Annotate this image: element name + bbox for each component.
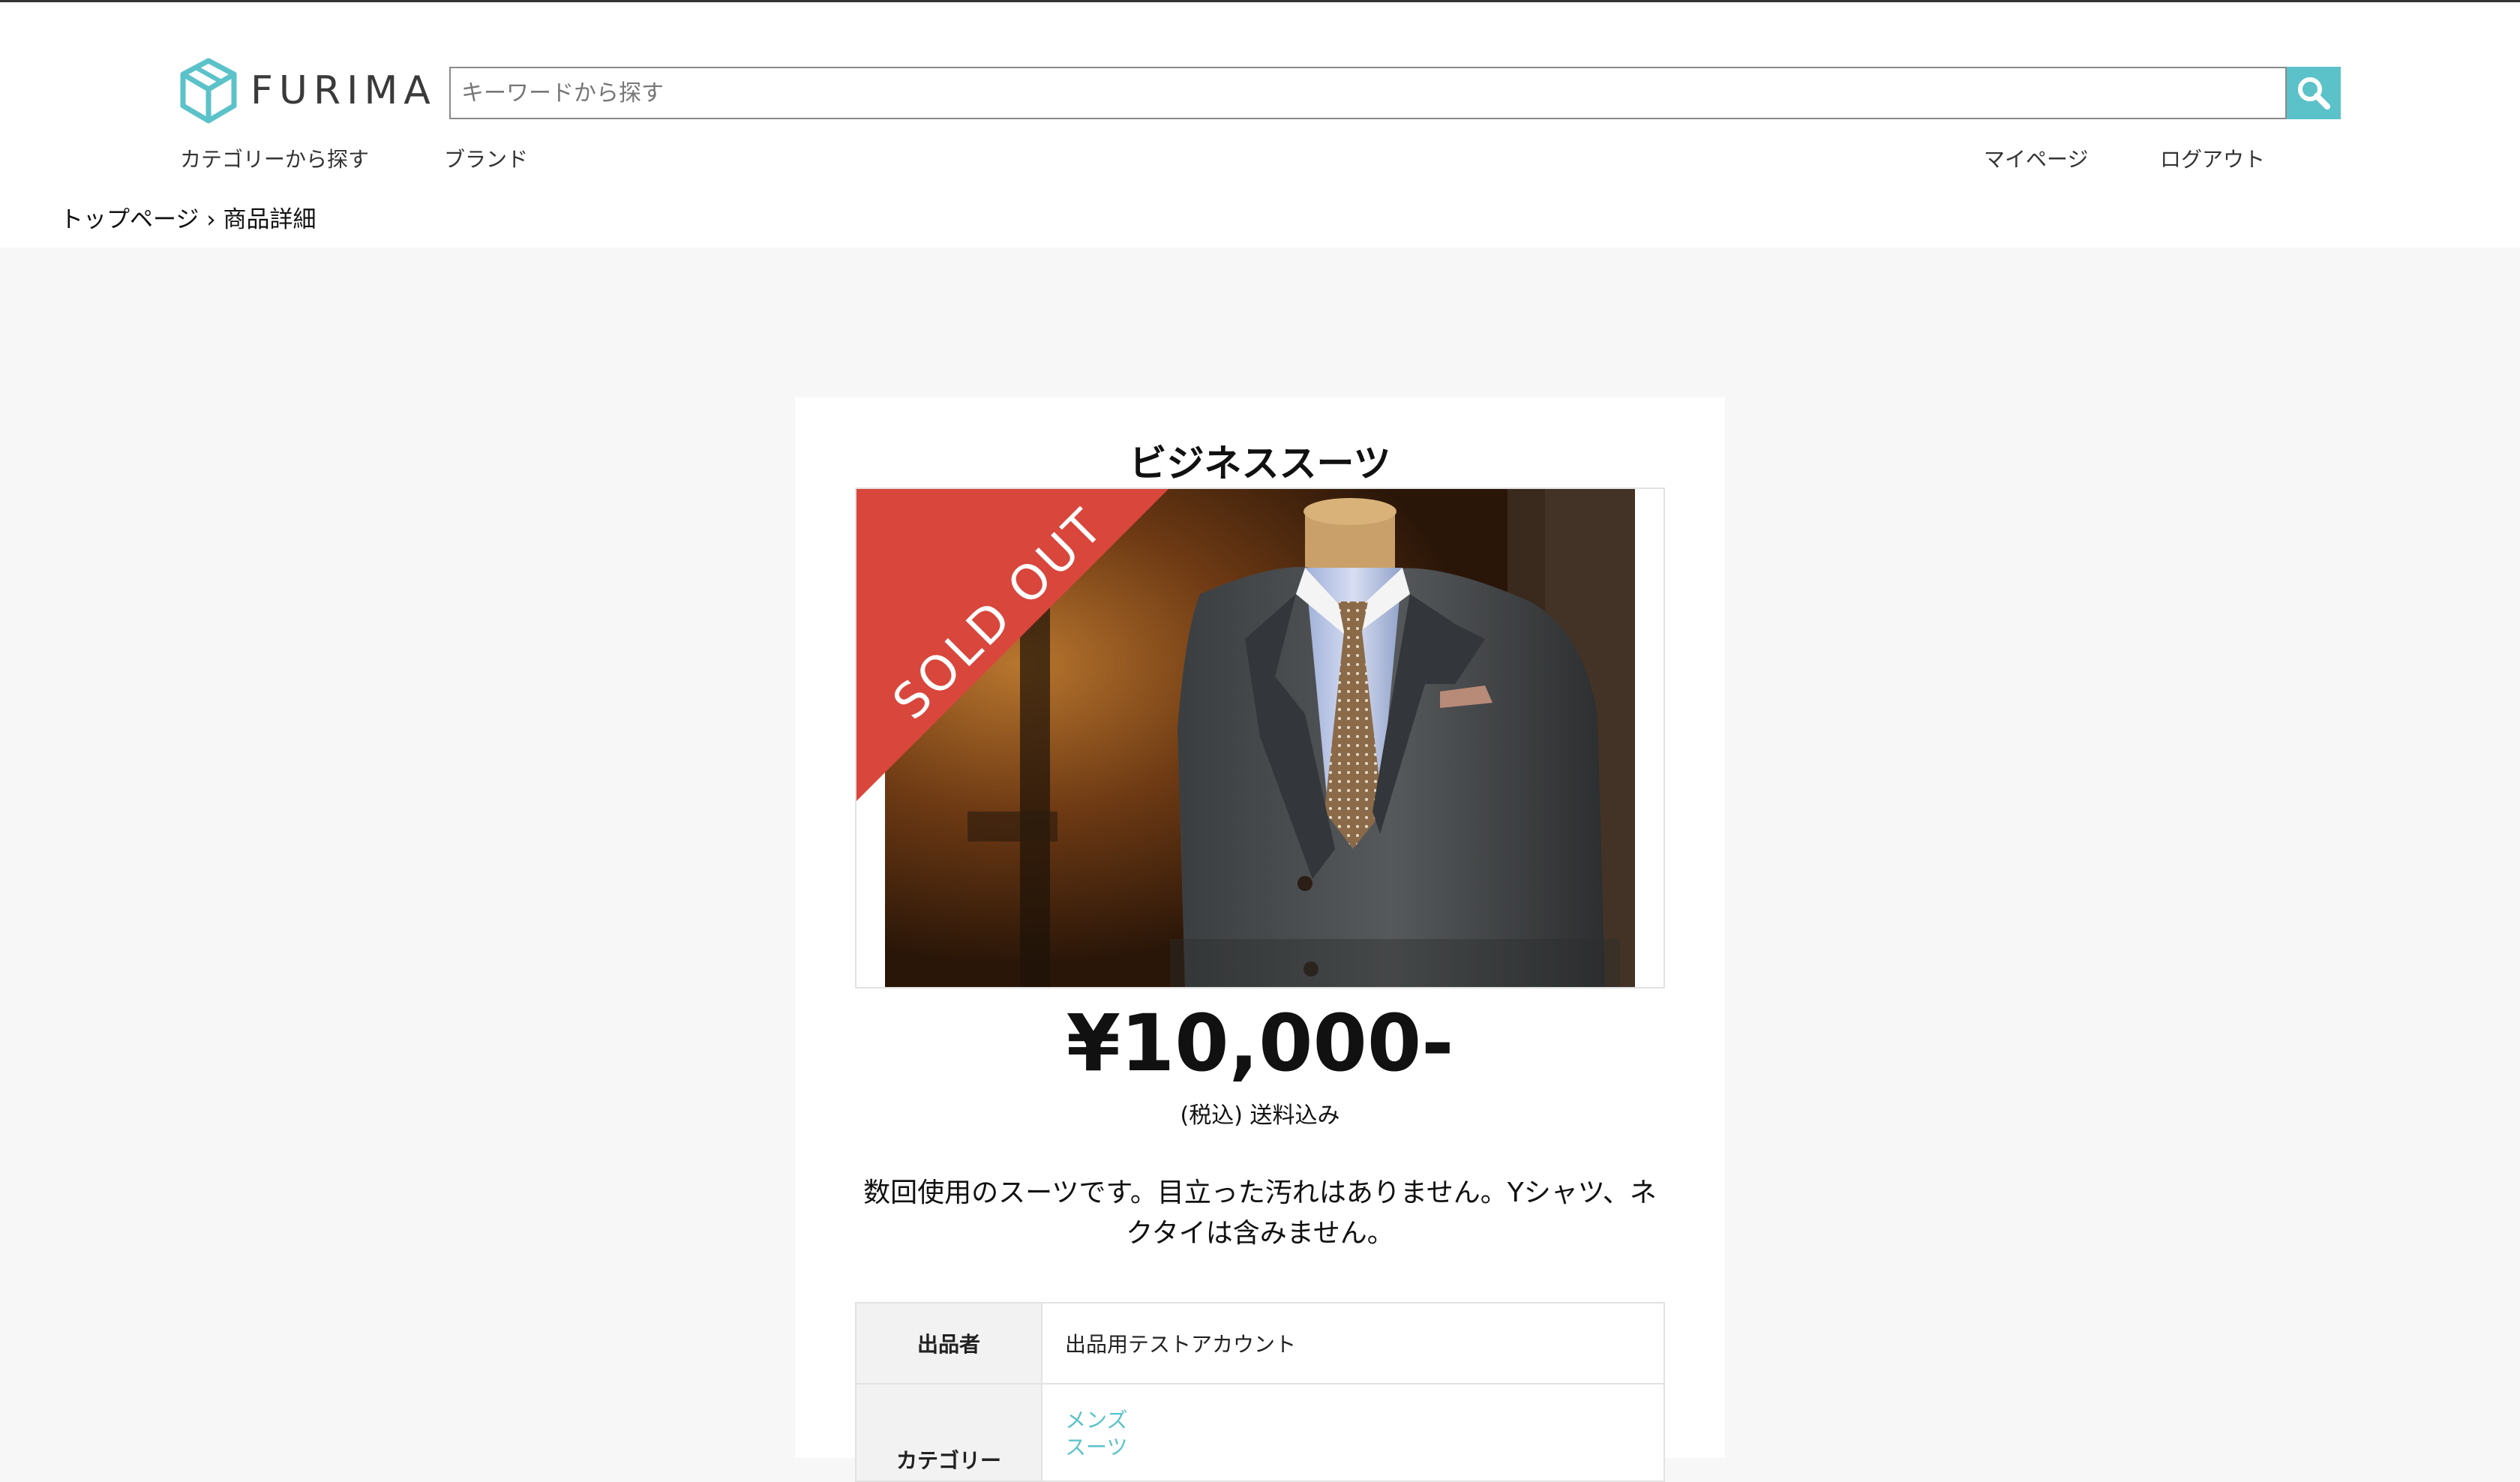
category-link-suit[interactable]: スーツ [1065,1434,1664,1461]
nav-logout-link[interactable]: ログアウト [2160,143,2265,173]
furima-logo[interactable]: FURIMA [178,56,436,125]
site-header: FURIMA カテゴリーから探す ブランド マイページ ログアウト トップページ… [0,0,2520,248]
category-label: カテゴリー [855,1383,1042,1482]
seller-value: 出品用テストアカウント [1041,1302,1665,1384]
table-row: カテゴリー メンズ スーツ [855,1383,1665,1482]
nav-category-link[interactable]: カテゴリーから探す [180,143,369,173]
item-image-frame: SOLD OUT [855,488,1665,988]
item-details-table: 出品者 出品用テストアカウント カテゴリー メンズ スーツ [855,1302,1665,1482]
nav-mypage-link[interactable]: マイページ [1984,143,2088,173]
breadcrumb[interactable]: トップページ › 商品詳細 [60,200,316,234]
search-icon [2298,77,2330,110]
seller-label: 出品者 [855,1302,1042,1384]
item-title: ビジネススーツ [1129,442,1391,485]
cube-logo-icon [180,58,237,124]
item-price: ¥10,000- [1066,998,1454,1089]
logo-text: FURIMA [250,68,436,113]
search-button[interactable] [2287,67,2341,119]
category-link-mens[interactable]: メンズ [1065,1407,1664,1434]
item-detail-card: ビジネススーツ SOLD OUT ¥10,000- (税込) 送料込み 数回使用… [795,398,1725,1482]
price-note: (税込) 送料込み [1180,1102,1340,1129]
table-row: 出品者 出品用テストアカウント [855,1302,1665,1384]
sold-out-ribbon: SOLD OUT [856,489,1168,801]
item-description: 数回使用のスーツです。目立った汚れはありません。Yシャツ、ネクタイは含みません。 [863,1178,1657,1249]
nav-brand-link[interactable]: ブランド [444,143,528,173]
search-input[interactable] [449,67,2287,119]
category-value: メンズ スーツ [1041,1383,1665,1482]
